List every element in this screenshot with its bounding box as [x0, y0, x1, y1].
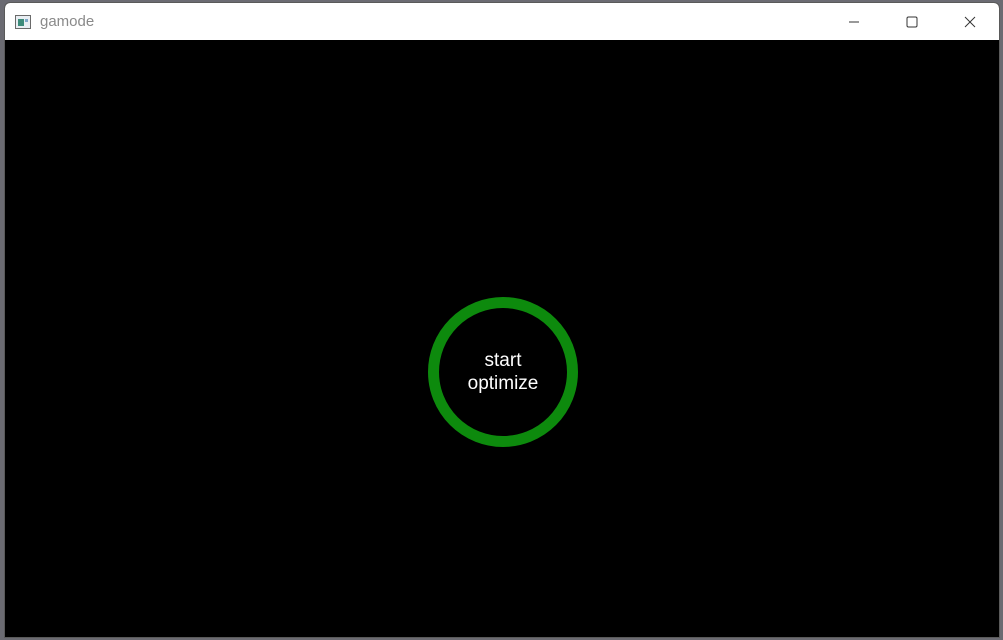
button-label-line1: start: [484, 350, 522, 371]
window-title: gamode: [40, 13, 95, 30]
app-icon: [15, 14, 31, 29]
maximize-button[interactable]: [883, 3, 941, 40]
app-window: gamode start optimize: [4, 2, 1000, 638]
minimize-icon: [849, 21, 859, 22]
title-bar[interactable]: gamode: [5, 3, 999, 40]
close-button[interactable]: [941, 3, 999, 40]
close-icon: [964, 16, 976, 27]
maximize-icon: [906, 16, 918, 27]
button-label-line2: optimize: [467, 373, 539, 394]
main-content: start optimize: [5, 40, 999, 637]
window-controls: [825, 3, 999, 40]
minimize-button[interactable]: [825, 3, 883, 40]
start-optimize-button[interactable]: start optimize: [428, 297, 578, 447]
